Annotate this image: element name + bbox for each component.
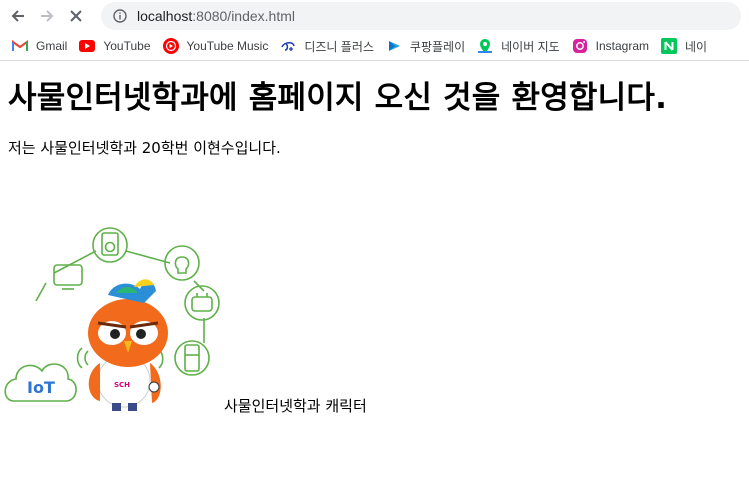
shirt-text: SCH — [114, 381, 130, 389]
forward-button[interactable] — [36, 5, 58, 27]
url-text: localhost:8080/index.html — [137, 8, 295, 24]
info-icon — [113, 9, 127, 23]
bookmark-label: 네이버 지도 — [501, 39, 560, 54]
naver-map-icon — [477, 38, 493, 54]
bookmark-label: Gmail — [36, 39, 68, 53]
intro-text: 저는 사물인터넷학과 20학번 이현수입니다. — [8, 139, 281, 157]
instagram-icon — [572, 38, 588, 54]
browser-toolbar: localhost:8080/index.html — [0, 0, 749, 32]
bookmark-label: 쿠팡플레이 — [409, 39, 466, 54]
iot-mascot-image: IoT SCH — [4, 227, 220, 411]
address-bar[interactable]: localhost:8080/index.html — [101, 2, 741, 30]
bookmark-label: YouTube — [103, 39, 151, 53]
iot-badge-text: IoT — [27, 378, 55, 397]
forward-arrow-icon — [41, 10, 54, 22]
disney-plus-icon — [280, 38, 296, 54]
bookmark-label: 네이 — [685, 39, 708, 54]
bookmarks-bar: Gmail YouTube YouTube Music 디즈니 플러스 쿠팡플레… — [0, 32, 749, 61]
back-button[interactable] — [7, 5, 29, 27]
bookmark-disney-plus[interactable]: 디즈니 플러스 — [280, 38, 374, 55]
back-arrow-icon — [11, 10, 24, 22]
bookmark-coupang-play[interactable]: 쿠팡플레이 — [386, 38, 465, 55]
bookmark-label: 디즈니 플러스 — [304, 39, 374, 54]
bookmark-label: Instagram — [595, 39, 650, 53]
bookmark-gmail[interactable]: Gmail — [12, 38, 67, 54]
youtube-icon — [79, 38, 96, 54]
bookmark-youtube-music[interactable]: YouTube Music — [162, 38, 269, 54]
stop-loading-button[interactable] — [65, 5, 87, 27]
close-icon — [70, 10, 82, 22]
bookmark-naver[interactable]: 네이 — [661, 38, 707, 55]
gmail-icon — [12, 38, 28, 54]
bookmark-naver-map[interactable]: 네이버 지도 — [477, 38, 560, 55]
image-caption: 사물인터넷학과 캐릭터 — [224, 397, 367, 415]
url-path: :8080/index.html — [192, 8, 295, 24]
coupang-play-icon — [386, 38, 402, 54]
url-host: localhost — [137, 8, 193, 24]
bookmark-instagram[interactable]: Instagram — [572, 38, 649, 54]
naver-icon — [661, 38, 678, 54]
page-title: 사물인터넷학과에 홈페이지 오신 것을 환영합니다. — [8, 80, 668, 116]
bookmark-youtube[interactable]: YouTube — [79, 38, 151, 54]
bookmark-label: YouTube Music — [186, 39, 269, 53]
youtube-music-icon — [162, 38, 179, 54]
